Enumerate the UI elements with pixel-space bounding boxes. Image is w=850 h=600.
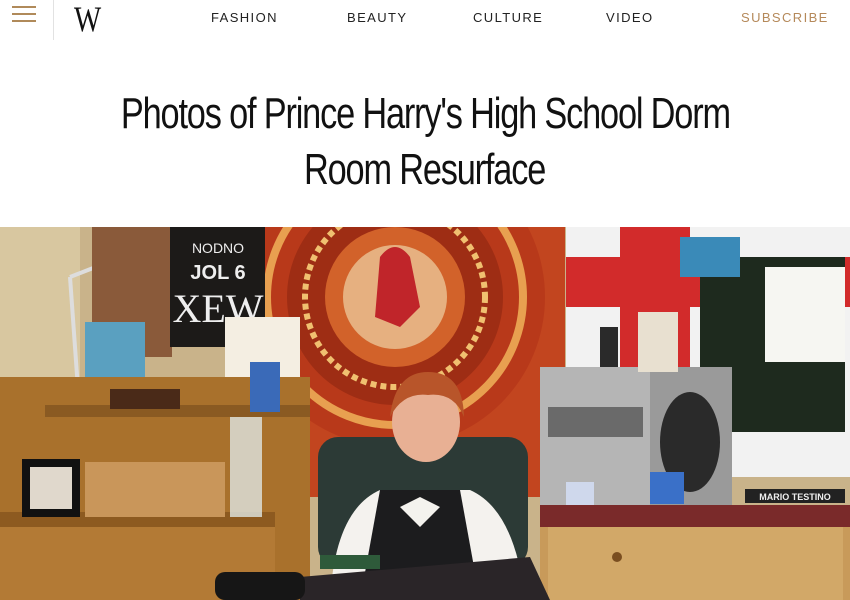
nav-culture[interactable]: CULTURE bbox=[473, 10, 543, 25]
dorm-room-photo: NODNO JOL 6 XEW MARIO TESTINO bbox=[0, 227, 850, 600]
article-title: Photos of Prince Harry's High School Dor… bbox=[0, 86, 850, 198]
desk-label: MARIO TESTINO bbox=[759, 492, 831, 502]
nav-fashion[interactable]: FASHION bbox=[211, 10, 278, 25]
header-divider bbox=[53, 0, 54, 40]
site-logo[interactable]: W bbox=[74, 0, 101, 40]
nav-beauty[interactable]: BEAUTY bbox=[347, 10, 407, 25]
site-header: W FASHION BEAUTY CULTURE VIDEO SUBSCRIBE bbox=[0, 0, 850, 40]
hero-photo[interactable]: NODNO JOL 6 XEW MARIO TESTINO bbox=[0, 227, 850, 600]
poster-text-1: NODNO bbox=[192, 240, 244, 256]
hamburger-menu-icon[interactable] bbox=[12, 6, 36, 24]
nav-video[interactable]: VIDEO bbox=[606, 10, 653, 25]
subscribe-link[interactable]: SUBSCRIBE bbox=[741, 10, 829, 25]
poster-text-2: JOL 6 bbox=[190, 262, 245, 284]
article-title-line-2: Room Resurface bbox=[304, 145, 546, 194]
article-title-line-1: Photos of Prince Harry's High School Dor… bbox=[120, 89, 730, 138]
